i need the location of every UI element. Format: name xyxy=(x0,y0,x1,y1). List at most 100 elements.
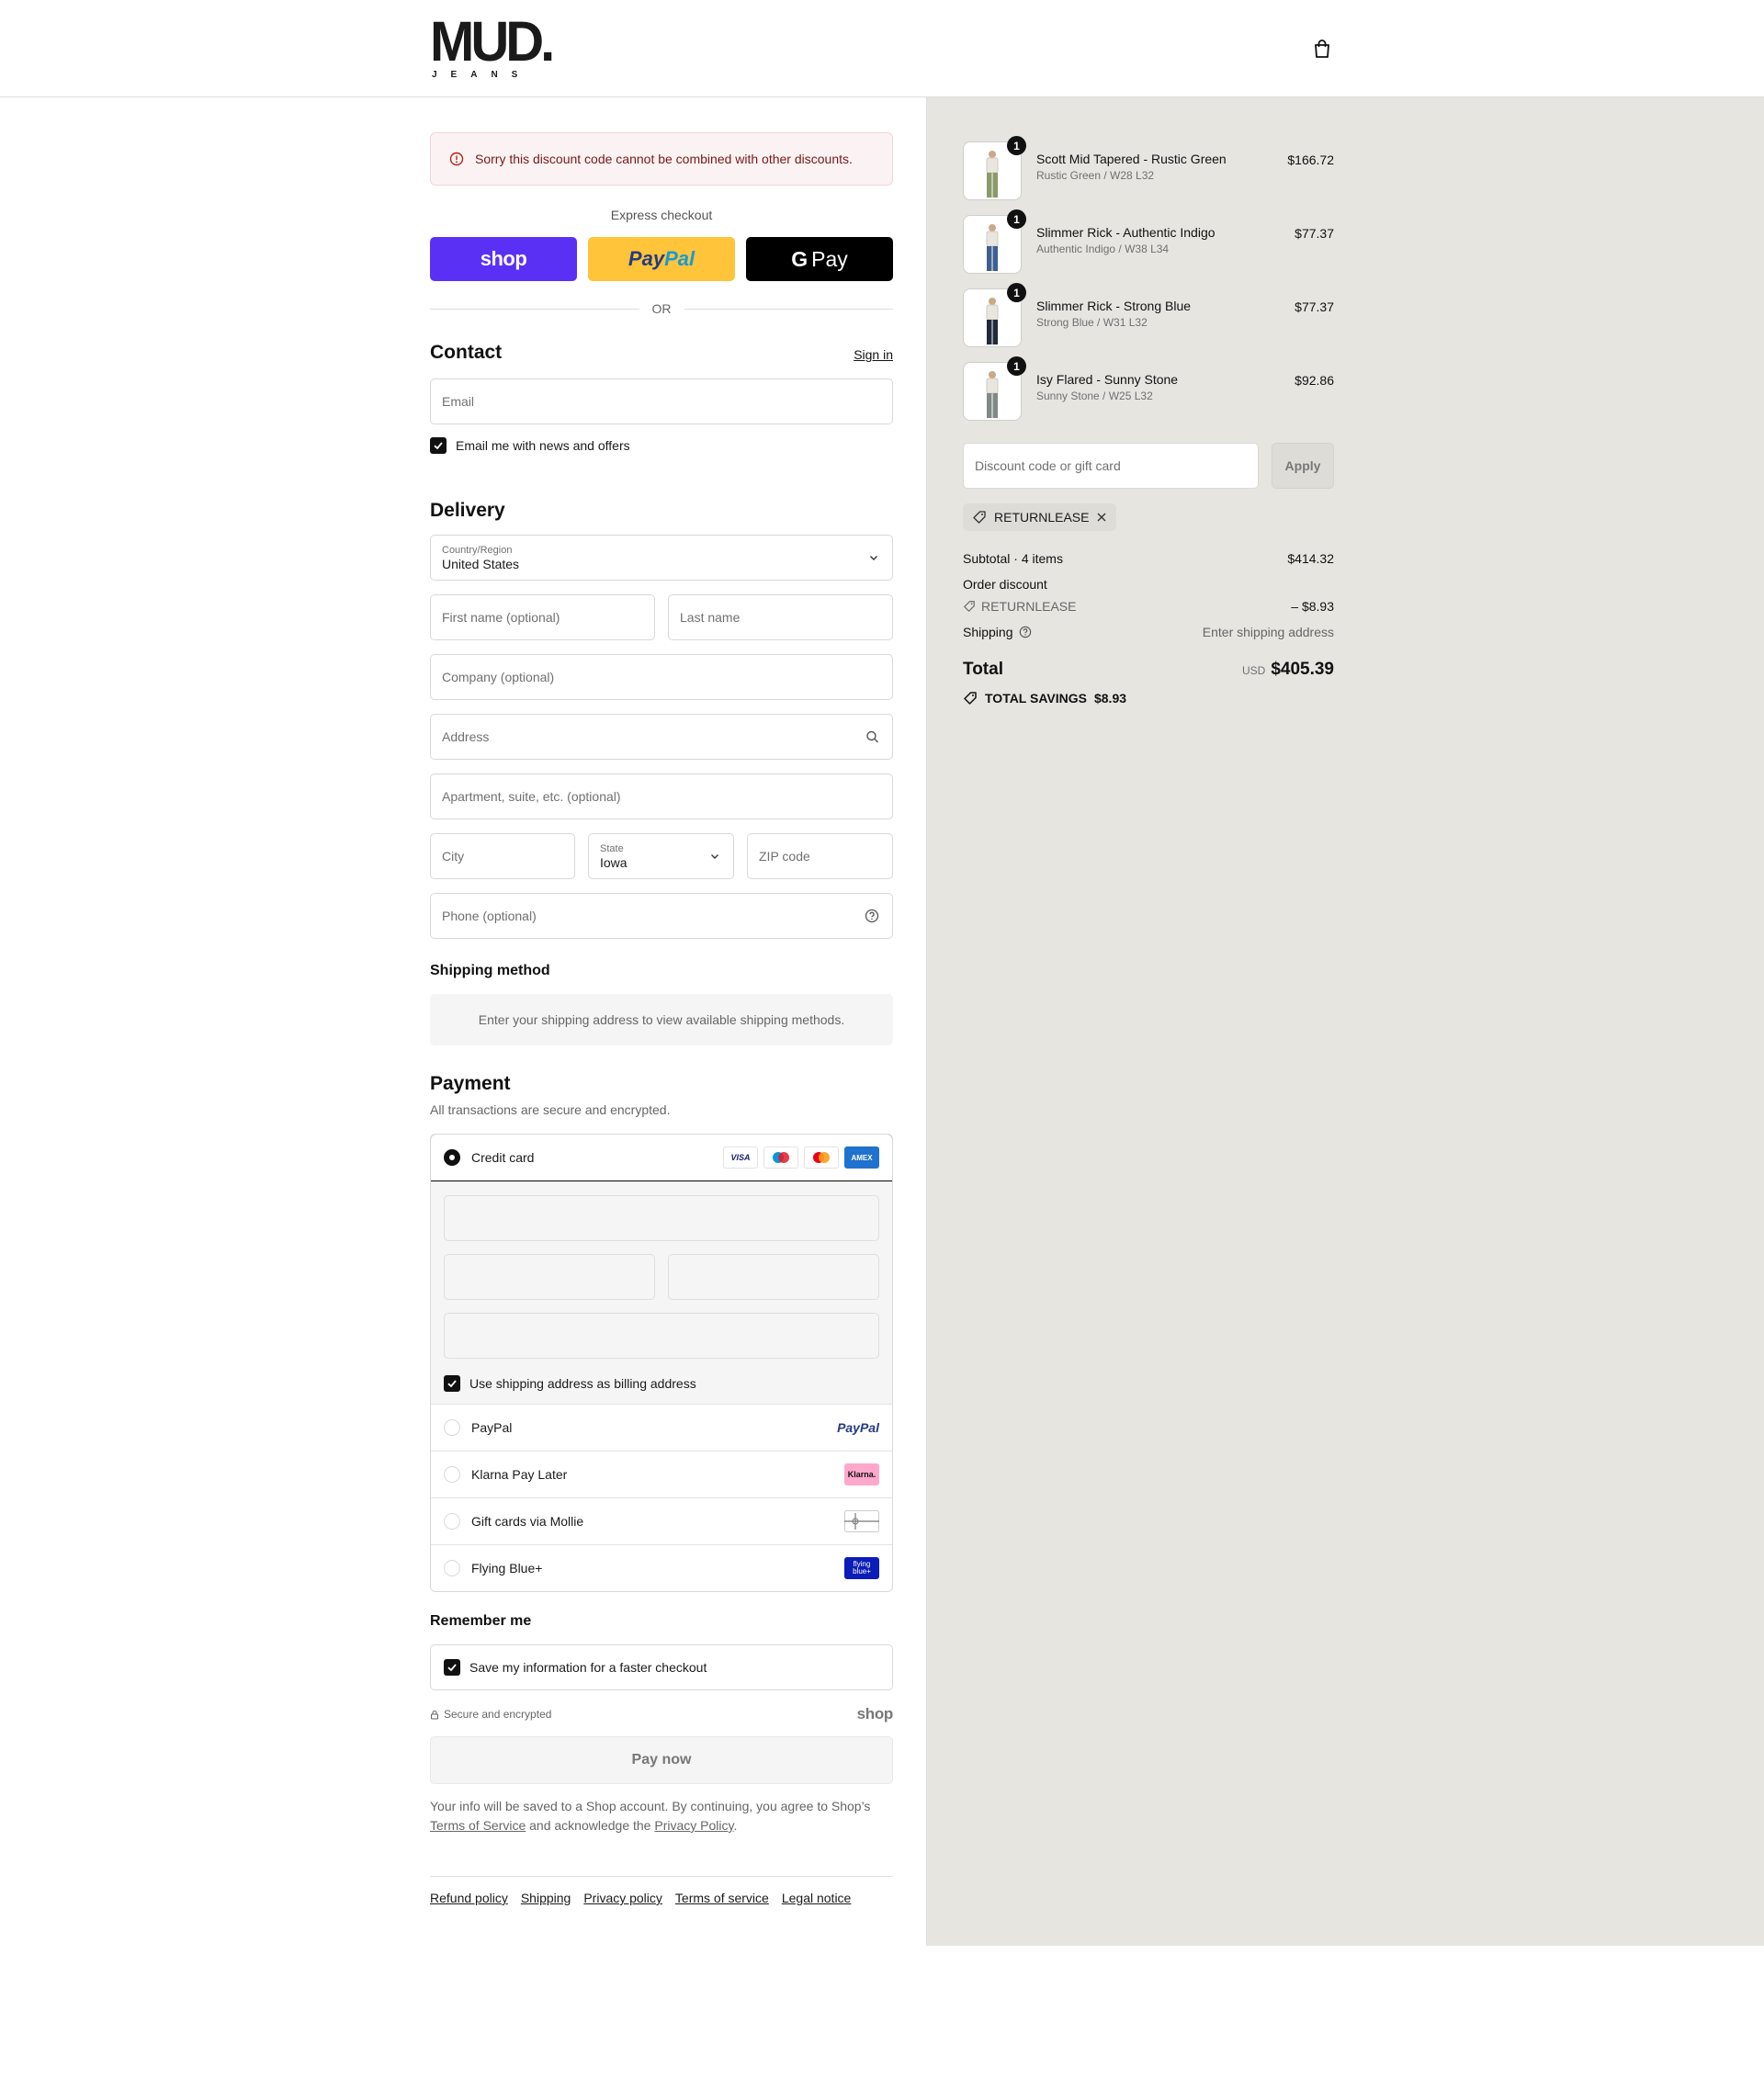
search-icon xyxy=(866,730,878,743)
state-select[interactable]: State Iowa xyxy=(588,833,734,879)
discount-placeholder: Discount code or gift card xyxy=(975,458,1121,473)
or-divider: OR xyxy=(430,299,893,318)
last-name-field[interactable]: Last name xyxy=(668,594,893,640)
quantity-badge: 1 xyxy=(1007,356,1026,376)
discount-code-input[interactable]: Discount code or gift card xyxy=(963,443,1259,489)
shopping-bag-icon[interactable] xyxy=(1312,39,1332,59)
footer-privacy-policy-link[interactable]: Privacy policy xyxy=(583,1891,662,1905)
secure-label: Secure and encrypted xyxy=(444,1708,552,1721)
page-header: MUD. JEANS xyxy=(0,0,1764,97)
apartment-placeholder: Apartment, suite, etc. (optional) xyxy=(442,789,621,804)
gift-card-icon xyxy=(844,1510,879,1532)
product-image xyxy=(986,298,999,344)
footer-legal-notice-link[interactable]: Legal notice xyxy=(782,1891,852,1905)
express-checkout-buttons: shop Pay Pal G Pay xyxy=(430,237,893,281)
klarna-badge: Klarna. xyxy=(844,1463,879,1485)
subtotal-value: $414.32 xyxy=(1287,551,1334,566)
logo-mark: MUD. xyxy=(430,10,555,73)
apply-discount-button[interactable]: Apply xyxy=(1272,443,1334,489)
line-item: 1 Isy Flared - Sunny Stone Sunny Stone /… xyxy=(963,356,1334,421)
total-value: $405.39 xyxy=(1271,660,1334,679)
country-select[interactable]: Country/Region United States xyxy=(430,535,893,581)
klarna-radio[interactable] xyxy=(444,1466,460,1483)
payment-option-credit-card[interactable]: Credit card VISA AMEX xyxy=(431,1135,892,1181)
google-pay-label: Pay xyxy=(811,246,848,271)
subtotal-row: Subtotal · 4 items $414.32 xyxy=(963,551,1334,566)
line-item: 1 Slimmer Rick - Authentic Indigo Authen… xyxy=(963,209,1334,274)
order-discount-row: Order discount xyxy=(963,577,1334,592)
address-field[interactable]: Address xyxy=(430,714,893,760)
item-price: $77.37 xyxy=(1295,299,1334,314)
shop-pay-label: shop xyxy=(480,247,527,270)
phone-field[interactable]: Phone (optional) xyxy=(430,893,893,939)
item-price: $92.86 xyxy=(1295,373,1334,388)
help-circle-icon[interactable] xyxy=(1019,626,1032,638)
news-checkbox[interactable] xyxy=(430,437,447,454)
google-pay-button[interactable]: G Pay xyxy=(746,237,893,281)
mud-jeans-logo[interactable]: MUD. JEANS xyxy=(430,10,555,81)
secure-row: Secure and encrypted shop xyxy=(430,1705,893,1723)
mastercard-icon xyxy=(804,1146,839,1169)
paypal-logo-icon: PayPal xyxy=(837,1420,879,1435)
credit-card-form: Use shipping address as billing address xyxy=(431,1181,892,1404)
gift-cards-radio[interactable] xyxy=(444,1513,460,1530)
terms-of-service-link[interactable]: Terms of Service xyxy=(430,1818,526,1833)
flying-blue-radio[interactable] xyxy=(444,1560,460,1576)
legal-text: Your info will be saved to a Shop accoun… xyxy=(430,1797,893,1835)
card-name-field[interactable] xyxy=(444,1313,879,1359)
order-discount-value: – $8.93 xyxy=(1291,599,1334,614)
pay-now-button[interactable]: Pay now xyxy=(430,1736,893,1784)
total-value-wrap: USD $405.39 xyxy=(1242,660,1334,680)
billing-same-checkbox[interactable] xyxy=(444,1375,460,1392)
divider-line xyxy=(430,308,639,310)
paypal-button[interactable]: Pay Pal xyxy=(588,237,735,281)
footer-refund-policy-link[interactable]: Refund policy xyxy=(430,1891,508,1905)
country-label: Country/Region xyxy=(442,544,513,556)
billing-same-row[interactable]: Use shipping address as billing address xyxy=(444,1375,696,1392)
item-name: Slimmer Rick - Strong Blue xyxy=(1036,299,1192,313)
product-image xyxy=(986,224,999,271)
company-field[interactable]: Company (optional) xyxy=(430,654,893,700)
company-placeholder: Company (optional) xyxy=(442,670,555,684)
shop-pay-button[interactable]: shop xyxy=(430,237,577,281)
card-cvc-field[interactable] xyxy=(668,1254,879,1300)
help-circle-icon[interactable] xyxy=(865,909,879,923)
product-thumbnail: 1 xyxy=(963,136,1026,200)
payment-option-flying-blue[interactable]: Flying Blue+ flying blue+ xyxy=(431,1544,892,1591)
sign-in-link[interactable]: Sign in xyxy=(854,347,893,362)
quantity-badge: 1 xyxy=(1007,283,1026,302)
payment-option-gift-cards[interactable]: Gift cards via Mollie xyxy=(431,1497,892,1544)
zip-field[interactable]: ZIP code xyxy=(747,833,893,879)
save-info-checkbox[interactable] xyxy=(444,1659,460,1676)
save-info-row[interactable]: Save my information for a faster checkou… xyxy=(430,1644,893,1690)
card-number-field[interactable] xyxy=(444,1195,879,1241)
card-expiry-field[interactable] xyxy=(444,1254,655,1300)
credit-card-radio[interactable] xyxy=(444,1149,460,1166)
flying-blue-option-label: Flying Blue+ xyxy=(471,1561,543,1575)
product-image xyxy=(986,371,999,418)
first-name-field[interactable]: First name (optional) xyxy=(430,594,655,640)
product-thumbnail: 1 xyxy=(963,209,1026,274)
card-logos: VISA AMEX xyxy=(723,1146,879,1169)
email-field[interactable]: Email xyxy=(430,378,893,424)
paypal-radio[interactable] xyxy=(444,1419,460,1436)
payment-option-klarna[interactable]: Klarna Pay Later Klarna. xyxy=(431,1451,892,1497)
billing-same-label: Use shipping address as billing address xyxy=(469,1376,696,1391)
discount-error-alert: Sorry this discount code cannot be combi… xyxy=(430,132,893,186)
checkmark-icon xyxy=(434,442,443,450)
lock-icon xyxy=(430,1710,439,1720)
privacy-policy-link[interactable]: Privacy Policy xyxy=(654,1818,733,1833)
flying-blue-badge: flying blue+ xyxy=(844,1557,879,1579)
close-icon[interactable] xyxy=(1096,512,1107,523)
apartment-field[interactable]: Apartment, suite, etc. (optional) xyxy=(430,774,893,819)
payment-option-paypal[interactable]: PayPal PayPal xyxy=(431,1404,892,1451)
city-field[interactable]: City xyxy=(430,833,575,879)
news-checkbox-row[interactable]: Email me with news and offers xyxy=(430,437,630,454)
shipping-value: Enter shipping address xyxy=(1202,625,1334,639)
footer-shipping-link[interactable]: Shipping xyxy=(521,1891,571,1905)
order-discount-label: Order discount xyxy=(963,577,1047,592)
last-name-placeholder: Last name xyxy=(680,610,741,625)
item-name: Slimmer Rick - Authentic Indigo xyxy=(1036,225,1216,240)
footer-terms-of-service-link[interactable]: Terms of service xyxy=(675,1891,769,1905)
discount-row: Discount code or gift card Apply xyxy=(963,443,1334,489)
